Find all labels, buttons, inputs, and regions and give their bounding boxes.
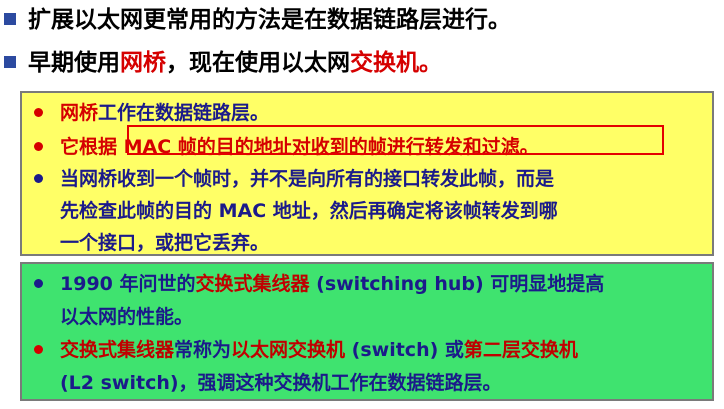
top-bullet-2: 早期使用网桥，现在使用以太网交换机。 [0,43,724,83]
item-text-line: 以太网的性能。 [60,306,194,328]
top-bullet-text: 早期使用网桥，现在使用以太网交换机。 [28,43,442,83]
item-text-line: 交换式集线器常称为以太网交换机 (switch) 或第二层交换机 [60,333,706,367]
blue-dot-icon [34,174,43,183]
top-bullet-text: 扩展以太网更常用的方法是在数据链路层进行。 [28,7,511,33]
item-text-line: (L2 switch)，强调这种交换机工作在数据链路层。 [60,372,502,394]
top-bullet-1: 扩展以太网更常用的方法是在数据链路层进行。 [0,0,724,40]
yellow-info-box: 网桥工作在数据链路层。 它根据 MAC 帧的目的地址对收到的帧进行转发和过滤。 … [20,91,714,256]
blue-dot-icon [34,279,43,288]
text-part: (switch) 或 [345,339,464,361]
text-part: 第二层交换机 [463,339,578,361]
top-text-part: 交换机 [350,50,419,76]
item-text-line: 1990 年问世的交换式集线器 (switching hub) 可明显地提高 [60,267,706,301]
red-dot-icon [34,142,43,151]
item-text-line: 一个接口，或把它丢弃。 [60,232,270,254]
square-bullet-icon [4,13,16,25]
red-dot-icon [34,345,43,354]
text-part: 交换式集线器 [60,339,175,361]
top-text-part: 网桥 [120,50,166,76]
top-text-part: 。 [419,50,442,76]
square-bullet-icon [4,56,16,68]
text-part: 交换式集线器 [195,273,310,295]
text-part: 网桥 [60,102,99,124]
highlight-frame [127,125,664,155]
text-part: 以太网交换机 [231,339,346,361]
item-text-line: 先检查此帧的目的 MAC 地址，然后再确定将该帧转发到哪 [60,200,558,222]
text-part: 1990 年问世的 [60,273,196,295]
top-text-part: ，现在使用以太网 [166,50,350,76]
text-part: 工作在数据链路层。 [98,102,270,124]
top-text-part: 早期使用 [28,50,120,76]
text-part: 常称为 [174,339,232,361]
green-info-box: 1990 年问世的交换式集线器 (switching hub) 可明显地提高 以… [20,262,714,401]
text-part: (switching hub) 可明显地提高 [309,273,605,295]
red-dot-icon [34,108,43,117]
item-text-line: 当网桥收到一个帧时，并不是向所有的接口转发此帧，而是 [60,168,555,190]
